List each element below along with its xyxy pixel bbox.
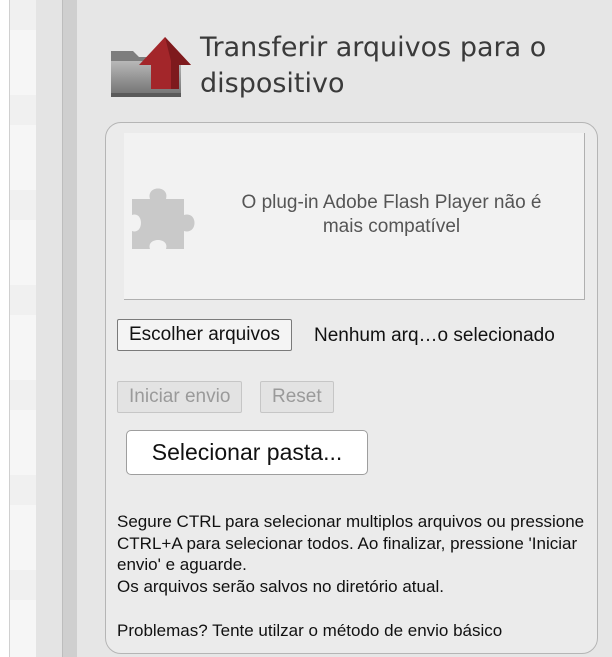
basic-upload-link[interactable]: Problemas? Tente utilzar o método de env… xyxy=(117,620,502,641)
panel-gutter xyxy=(36,0,62,657)
panel-splitter[interactable] xyxy=(62,0,78,657)
flash-plugin-placeholder: O plug-in Adobe Flash Player não é mais … xyxy=(124,133,585,300)
select-folder-button[interactable]: Selecionar pasta... xyxy=(126,430,368,475)
choose-files-button[interactable]: Escolher arquivos xyxy=(117,319,293,351)
reset-button[interactable]: Reset xyxy=(260,381,334,413)
help-text: Segure CTRL para selecionar multiplos ar… xyxy=(117,511,587,597)
flash-unsupported-message: O plug-in Adobe Flash Player não é mais … xyxy=(241,192,542,237)
file-selection-status: Nenhum arq…o selecionado xyxy=(314,325,555,346)
folder-upload-icon xyxy=(111,37,191,97)
help-instructions: Segure CTRL para selecionar multiplos ar… xyxy=(117,512,585,574)
start-upload-button[interactable]: Iniciar envio xyxy=(117,381,243,413)
help-save-location: Os arquivos serão salvos no diretório at… xyxy=(117,576,444,596)
background-list-stripes xyxy=(10,0,36,657)
page-title: Transferir arquivos para o dispositivo xyxy=(200,32,547,99)
left-page-edge xyxy=(0,0,10,657)
puzzle-plugin-icon xyxy=(132,188,195,249)
